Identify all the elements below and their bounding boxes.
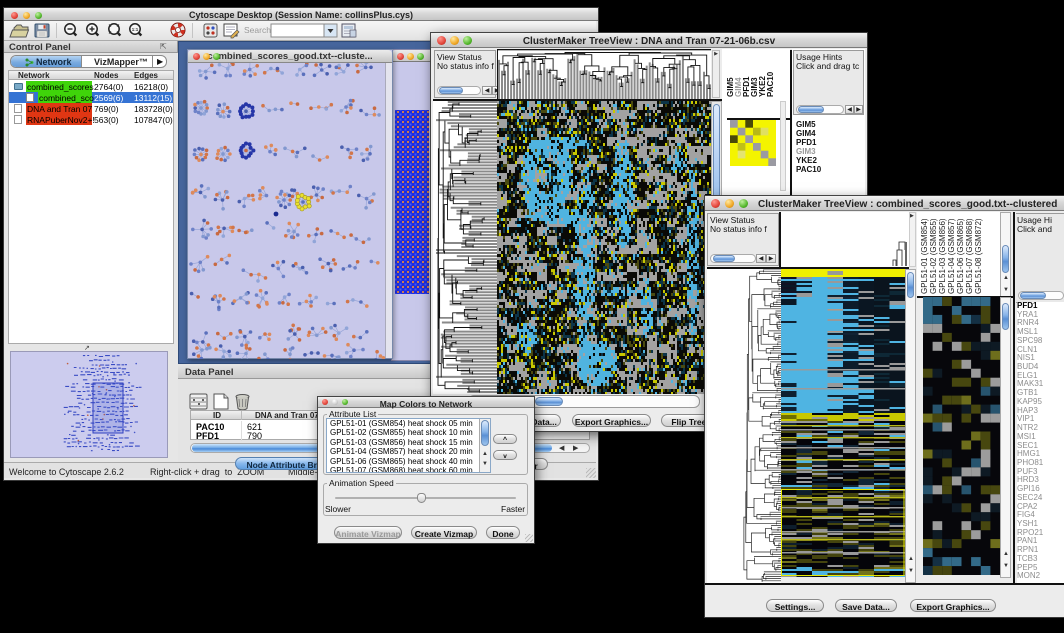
- svg-text:Search:: Search:: [244, 25, 273, 35]
- svg-text:1:1: 1:1: [132, 27, 139, 32]
